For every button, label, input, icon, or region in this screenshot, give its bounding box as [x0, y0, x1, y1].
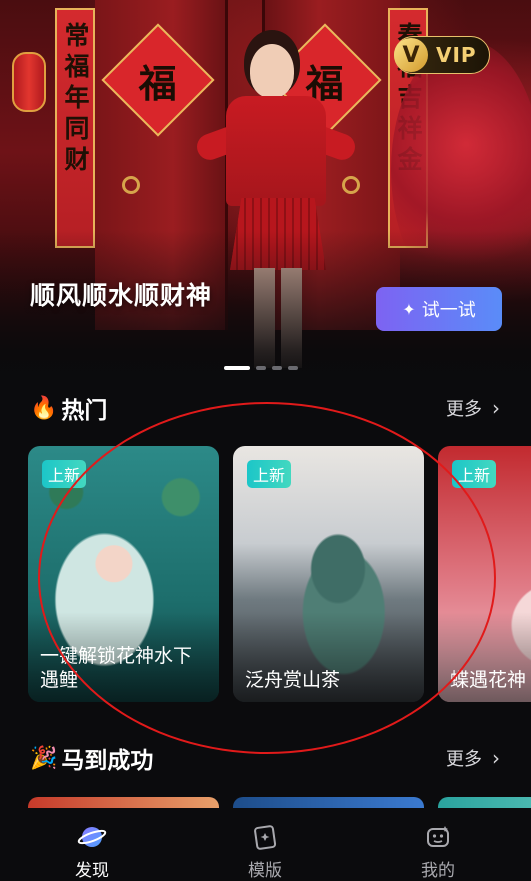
tab-discover-label: 发现	[75, 861, 109, 881]
horse-title-text: 马到成功	[61, 748, 154, 774]
carousel-dot[interactable]	[288, 366, 298, 370]
hot-title-text: 热门	[61, 398, 108, 424]
hot-section-header: 🔥 热门 更多 ›	[30, 390, 500, 426]
fu-char-left: 福	[138, 60, 178, 106]
try-button[interactable]: ✦ 试一试	[376, 287, 502, 331]
hot-more-link[interactable]: 更多 ›	[446, 395, 500, 421]
vip-label: VIP	[436, 43, 477, 67]
couplet-left-text: 常福年同财	[61, 22, 90, 177]
fire-icon: 🔥	[30, 395, 58, 421]
card-title: 蝶遇花神	[450, 669, 527, 691]
template-card[interactable]: 上新 一键解锁花神水下遇鲤	[28, 446, 219, 702]
hero-banner[interactable]: 常福年同财 福 福 春福吉祥金 V VIP 顺风顺水顺财神 ✦ 试一试	[0, 0, 531, 380]
tab-mine-label: 我的	[421, 861, 455, 881]
bottom-tab-bar: 发现 模版 我的	[0, 808, 531, 881]
robot-face-icon	[423, 822, 453, 852]
template-card[interactable]: 上新 泛舟赏山茶	[233, 446, 424, 702]
template-icon	[250, 822, 280, 852]
horse-more-label: 更多	[446, 749, 482, 770]
hot-card-list[interactable]: 上新 一键解锁花神水下遇鲤 上新 泛舟赏山茶 上新 蝶遇花神	[28, 446, 531, 702]
hot-section-title: 🔥 热门	[30, 391, 107, 425]
horse-more-link[interactable]: 更多 ›	[446, 745, 500, 771]
sparkle-icon: ✦	[402, 299, 416, 319]
planet-icon	[77, 822, 107, 852]
new-badge: 上新	[452, 460, 497, 488]
chevron-right-icon: ›	[492, 746, 500, 770]
vip-crown-icon: V	[394, 38, 428, 72]
tab-discover[interactable]: 发现	[42, 822, 142, 881]
template-card[interactable]: 上新 蝶遇花神	[438, 446, 531, 702]
card-title: 一键解锁花神水下遇鲤	[40, 645, 193, 691]
tab-templates[interactable]: 模版	[215, 822, 315, 881]
tab-templates-label: 模版	[248, 861, 282, 881]
carousel-indicator	[224, 366, 298, 370]
try-button-label: 试一试	[421, 300, 476, 321]
carousel-dot-active[interactable]	[224, 366, 250, 370]
vip-button[interactable]: V VIP	[394, 36, 490, 74]
hot-more-label: 更多	[446, 399, 482, 420]
tab-mine[interactable]: 我的	[388, 822, 488, 881]
lantern-decoration	[12, 52, 46, 112]
party-popper-icon: 🎉	[30, 745, 58, 771]
chevron-right-icon: ›	[492, 396, 500, 420]
new-badge: 上新	[247, 460, 292, 488]
door-knocker-left	[122, 176, 140, 194]
carousel-dot[interactable]	[272, 366, 282, 370]
hero-title: 顺风顺水顺财神	[30, 281, 213, 310]
horse-section-title: 🎉 马到成功	[30, 741, 153, 775]
horse-section-header: 🎉 马到成功 更多 ›	[30, 740, 500, 776]
new-badge: 上新	[42, 460, 87, 488]
couplet-left: 常福年同财	[55, 8, 95, 248]
card-title: 泛舟赏山茶	[245, 669, 341, 691]
carousel-dot[interactable]	[256, 366, 266, 370]
